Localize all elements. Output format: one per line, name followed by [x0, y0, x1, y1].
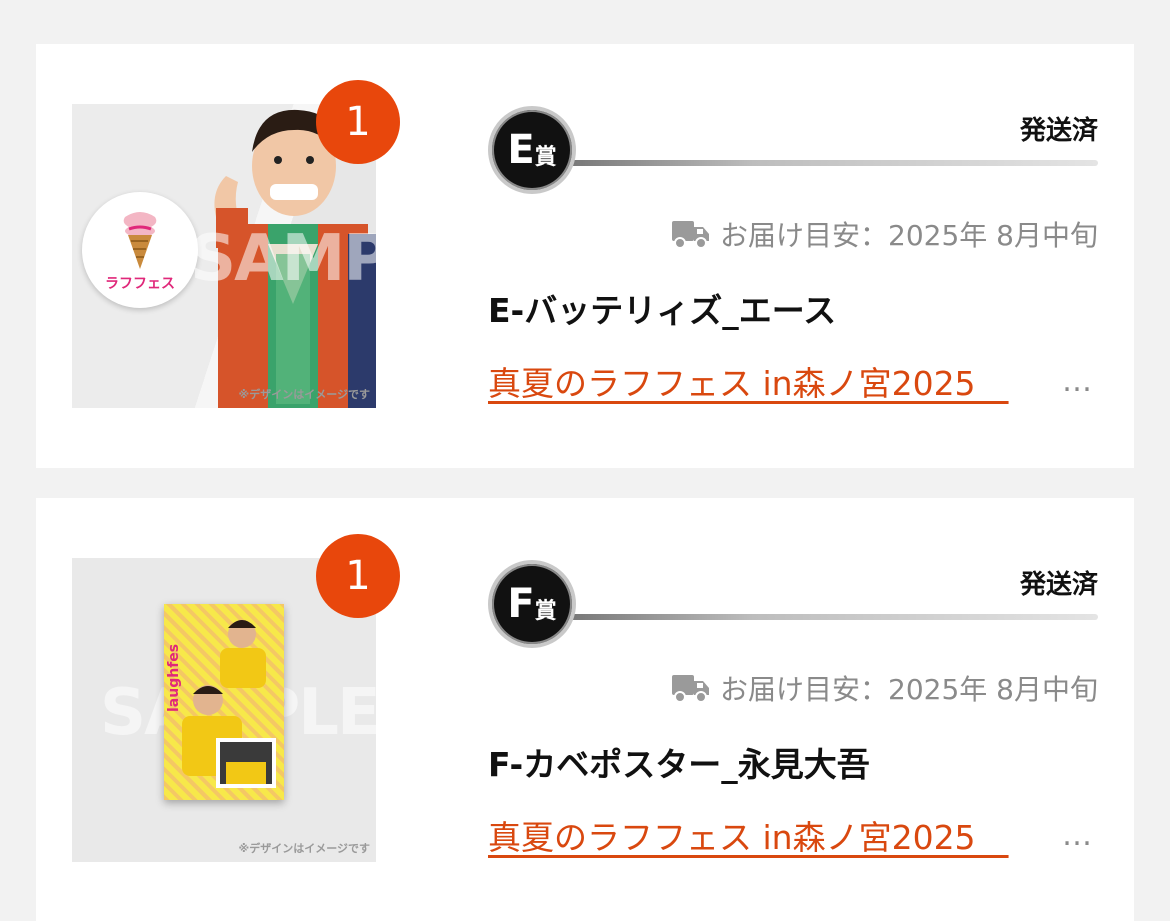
image-disclaimer: ※デザインはイメージです	[238, 842, 370, 855]
more-ellipsis: …	[1062, 363, 1092, 399]
prize-divider	[568, 160, 1098, 166]
event-row: 真夏のラフフェス in森ノ宮2025 …	[488, 356, 1098, 406]
prize-letter: E	[507, 127, 535, 173]
delivery-label: お届け目安：2025年 8月中旬	[720, 673, 1098, 706]
prize-divider	[568, 614, 1098, 620]
event-link[interactable]: 真夏のラフフェス in森ノ宮2025	[488, 811, 1056, 859]
prize-header: F 賞 発送済	[488, 558, 1098, 648]
prize-rank-badge: E 賞	[488, 106, 576, 194]
pin-logo-text: ラフフェス	[105, 276, 175, 292]
poster-logo: laughfes	[166, 644, 182, 712]
truck-icon	[672, 221, 710, 249]
more-ellipsis: …	[1062, 817, 1092, 853]
image-disclaimer: ※デザインはイメージです	[238, 388, 370, 401]
order-item-card[interactable]: SAMPLE laughfes ※デザインはイメージです 1 F 賞 発	[36, 498, 1134, 921]
delivery-label: お届け目安：2025年 8月中旬	[720, 219, 1098, 252]
truck-icon	[672, 675, 710, 703]
delivery-estimate: お届け目安：2025年 8月中旬	[672, 214, 1098, 254]
ice-cream-icon	[123, 212, 157, 269]
quantity-badge: 1	[316, 80, 400, 164]
prize-suffix: 賞	[534, 145, 557, 170]
delivery-estimate: お届け目安：2025年 8月中旬	[672, 668, 1098, 708]
item-name: F-カベポスター_永見大吾	[488, 745, 870, 784]
shipping-status: 発送済	[1019, 116, 1098, 146]
poster-photos: laughfes	[166, 620, 276, 788]
order-item-card[interactable]: ラフフェス SAMPLE ※デザインはイメージです 1 E 賞 発送済	[36, 44, 1134, 468]
prize-letter: F	[507, 581, 535, 627]
sample-watermark: SAMPLE	[190, 222, 376, 296]
item-name: E-バッテリィズ_エース	[488, 291, 837, 330]
quantity-badge: 1	[316, 534, 400, 618]
shipping-status: 発送済	[1019, 570, 1098, 600]
event-link[interactable]: 真夏のラフフェス in森ノ宮2025	[488, 357, 1056, 405]
prize-suffix: 賞	[534, 599, 557, 624]
poster-image: laughfes	[164, 604, 284, 800]
prize-rank-badge: F 賞	[488, 560, 576, 648]
can-badge-image: ラフフェス	[82, 192, 198, 308]
prize-header: E 賞 発送済	[488, 104, 1098, 194]
event-row: 真夏のラフフェス in森ノ宮2025 …	[488, 810, 1098, 860]
